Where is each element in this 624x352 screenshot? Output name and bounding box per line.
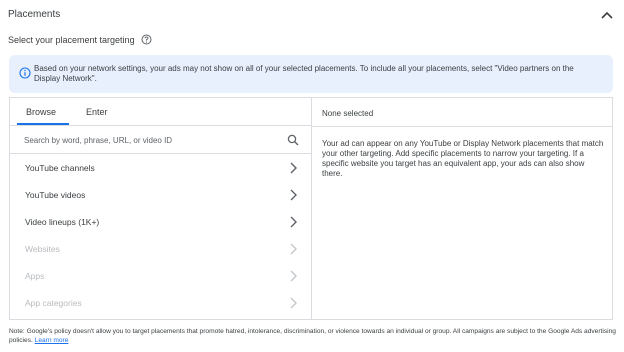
subtitle-text: Select your placement targeting [8,34,135,45]
selected-panel: None selected Your ad can appear on any … [312,98,612,319]
tab-bar: Browse Enter [10,98,311,126]
chevron-up-icon [601,11,613,19]
search-input[interactable] [24,133,274,147]
category-label: YouTube videos [25,190,86,200]
browse-panel: Browse Enter YouTube channels YouTube vi… [10,98,312,319]
category-label: Apps [25,271,45,281]
category-app-categories: App categories [10,290,311,317]
category-websites: Websites [10,236,311,263]
tab-enter[interactable]: Enter [86,107,108,117]
selected-count: None selected [322,109,374,118]
chevron-right-icon [290,270,297,282]
placements-header: Placements [8,6,616,24]
policy-note: Note: Google's policy doesn't allow you … [9,327,617,345]
placement-picker: Browse Enter YouTube channels YouTube vi… [9,97,613,320]
category-youtube-videos[interactable]: YouTube videos [10,182,311,209]
section-title: Placements [8,9,61,20]
category-label: YouTube channels [25,163,95,173]
active-tab-indicator [17,123,69,125]
chevron-right-icon [290,297,297,309]
chevron-right-icon [290,189,297,201]
chevron-right-icon [290,162,297,174]
category-video-lineups[interactable]: Video lineups (1K+) [10,209,311,236]
policy-note-text: Note: Google's policy doesn't allow you … [9,328,616,344]
category-label: Video lineups (1K+) [25,217,100,227]
help-icon[interactable] [141,34,152,45]
search-bar [10,127,311,154]
placement-targeting-subtitle: Select your placement targeting [8,34,152,45]
search-icon[interactable] [287,134,299,146]
divider [312,126,612,127]
network-info-banner: Based on your network settings, your ads… [9,55,613,93]
selected-description: Your ad can appear on any YouTube or Dis… [322,139,604,178]
collapse-button[interactable] [600,8,614,22]
category-apps: Apps [10,263,311,290]
chevron-right-icon [290,243,297,255]
category-label: App categories [25,298,82,308]
category-youtube-channels[interactable]: YouTube channels [10,155,311,182]
learn-more-link[interactable]: Learn more [35,337,69,344]
tab-browse[interactable]: Browse [26,107,56,117]
chevron-right-icon [290,216,297,228]
category-label: Websites [25,244,60,254]
banner-text: Based on your network settings, your ads… [34,64,574,83]
info-icon [19,67,31,79]
